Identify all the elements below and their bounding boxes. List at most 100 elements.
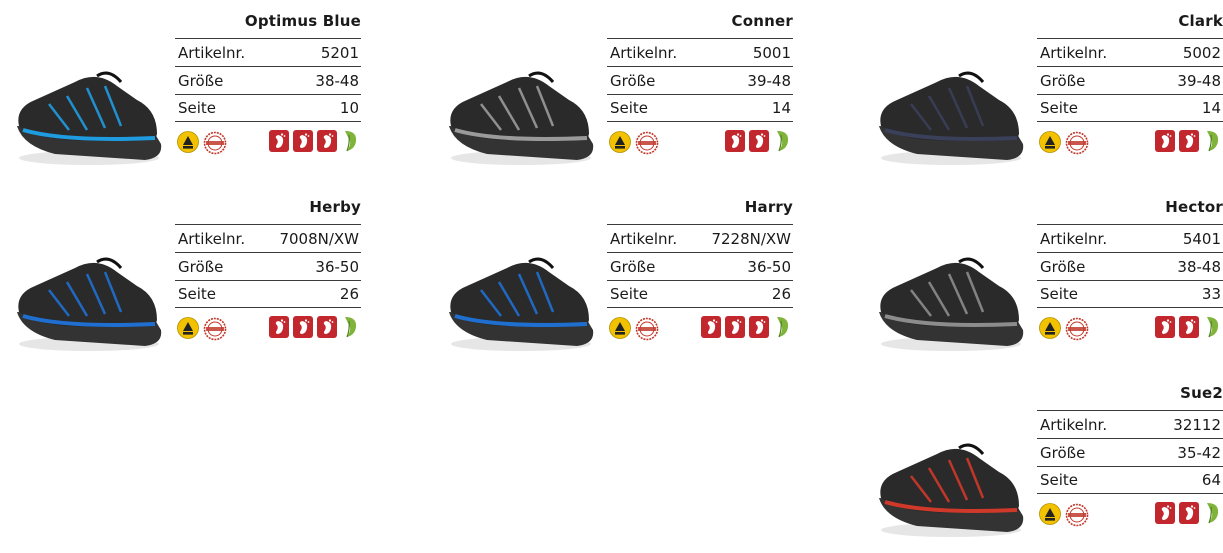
product-info: Sue2 Artikelnr. 32112 Größe 35-42 Seite … xyxy=(1037,380,1223,530)
product-name: Harry xyxy=(744,198,793,216)
esd-icon xyxy=(1039,317,1061,339)
product-name: Clark xyxy=(1178,12,1223,30)
metal-free-stamp-icon xyxy=(1065,503,1089,527)
size-row: Größe 38-48 xyxy=(1037,252,1223,280)
size-row: Größe 36-50 xyxy=(175,252,361,280)
product-name: Optimus Blue xyxy=(244,12,361,30)
page-row: Seite 64 xyxy=(1037,466,1223,494)
size-label: Größe xyxy=(1040,443,1086,462)
esd-icon xyxy=(609,317,631,339)
foot-icon xyxy=(1179,502,1199,524)
product-info: Conner Artikelnr. 5001 Größe 39-48 Seite… xyxy=(607,8,793,158)
comfort-icons xyxy=(1155,315,1221,339)
size-label: Größe xyxy=(610,257,656,276)
foot-icon xyxy=(725,316,745,338)
leaf-icon xyxy=(345,317,357,338)
page-label: Seite xyxy=(1040,285,1079,303)
artikel-label: Artikelnr. xyxy=(1040,229,1108,248)
foot-icon xyxy=(317,130,337,152)
product-card: Sue2 Artikelnr. 32112 Größe 35-42 Seite … xyxy=(867,380,1223,550)
feature-icons xyxy=(1037,314,1223,344)
product-name: Sue2 xyxy=(1180,384,1223,402)
product-card: Hector Artikelnr. 5401 Größe 38-48 Seite… xyxy=(867,194,1223,364)
size-value: 35-42 xyxy=(1177,443,1221,462)
product-info: Optimus Blue Artikelnr. 5201 Größe 38-48… xyxy=(175,8,361,158)
metal-free-stamp-icon xyxy=(635,131,659,155)
leaf-icon xyxy=(777,131,789,152)
leaf-icon xyxy=(345,131,357,152)
foot-icon xyxy=(269,130,289,152)
page-value: 64 xyxy=(1201,471,1221,489)
page-row: Seite 33 xyxy=(1037,280,1223,308)
product-info: Herby Artikelnr. 7008N/XW Größe 36-50 Se… xyxy=(175,194,361,344)
feature-icons xyxy=(175,314,361,344)
leaf-icon xyxy=(1207,317,1219,338)
page-label: Seite xyxy=(1040,99,1079,117)
size-label: Größe xyxy=(1040,257,1086,276)
size-value: 38-48 xyxy=(1177,257,1221,276)
page-label: Seite xyxy=(610,99,649,117)
foot-icon xyxy=(701,316,721,338)
leaf-icon xyxy=(1207,131,1219,152)
product-info: Harry Artikelnr. 7228N/XW Größe 36-50 Se… xyxy=(607,194,793,344)
artikel-row: Artikelnr. 5201 xyxy=(175,38,361,66)
page-row: Seite 26 xyxy=(607,280,793,308)
feature-icons xyxy=(607,128,793,158)
metal-free-stamp-icon xyxy=(1065,317,1089,341)
leaf-icon xyxy=(1207,503,1219,524)
foot-icon xyxy=(725,130,745,152)
page-value: 33 xyxy=(1201,285,1221,303)
comfort-icons xyxy=(725,129,791,153)
size-row: Größe 39-48 xyxy=(1037,66,1223,94)
comfort-icons xyxy=(269,129,359,153)
artikel-label: Artikelnr. xyxy=(178,229,246,248)
esd-icon xyxy=(177,131,199,153)
page-label: Seite xyxy=(610,285,649,303)
foot-icon xyxy=(749,316,769,338)
page-row: Seite 14 xyxy=(607,94,793,122)
artikel-label: Artikelnr. xyxy=(610,43,678,62)
artikel-value: 5401 xyxy=(1182,229,1221,248)
size-value: 38-48 xyxy=(315,71,359,90)
comfort-icons xyxy=(1155,129,1221,153)
metal-free-stamp-icon xyxy=(203,131,227,155)
size-value: 36-50 xyxy=(315,257,359,276)
foot-icon xyxy=(1155,502,1175,524)
artikel-row: Artikelnr. 5001 xyxy=(607,38,793,66)
metal-free-stamp-icon xyxy=(1065,131,1089,155)
foot-icon xyxy=(1179,130,1199,152)
artikel-value: 7228N/XW xyxy=(711,229,791,248)
foot-icon xyxy=(317,316,337,338)
foot-icon xyxy=(1179,316,1199,338)
product-name: Hector xyxy=(1165,198,1223,216)
shoe-image xyxy=(449,71,594,165)
shoe-image xyxy=(449,257,594,351)
comfort-icons xyxy=(1155,501,1221,525)
page-label: Seite xyxy=(178,285,217,303)
product-card: Optimus Blue Artikelnr. 5201 Größe 38-48… xyxy=(5,8,365,178)
shoe-image xyxy=(879,257,1024,351)
artikel-value: 5002 xyxy=(1182,43,1221,62)
page-value: 26 xyxy=(771,285,791,303)
metal-free-stamp-icon xyxy=(635,317,659,341)
product-card: Harry Artikelnr. 7228N/XW Größe 36-50 Se… xyxy=(437,194,797,364)
page-row: Seite 26 xyxy=(175,280,361,308)
page-value: 26 xyxy=(339,285,359,303)
size-row: Größe 39-48 xyxy=(607,66,793,94)
esd-icon xyxy=(609,131,631,153)
foot-icon xyxy=(1155,316,1175,338)
size-row: Größe 38-48 xyxy=(175,66,361,94)
shoe-image xyxy=(879,71,1024,165)
artikel-value: 32112 xyxy=(1173,415,1221,434)
size-value: 39-48 xyxy=(1177,71,1221,90)
foot-icon xyxy=(749,130,769,152)
page-row: Seite 10 xyxy=(175,94,361,122)
size-value: 39-48 xyxy=(747,71,791,90)
esd-icon xyxy=(177,317,199,339)
page-value: 10 xyxy=(339,99,359,117)
size-value: 36-50 xyxy=(747,257,791,276)
feature-icons xyxy=(1037,128,1223,158)
product-name: Conner xyxy=(731,12,793,30)
artikel-row: Artikelnr. 7228N/XW xyxy=(607,224,793,252)
artikel-label: Artikelnr. xyxy=(1040,415,1108,434)
